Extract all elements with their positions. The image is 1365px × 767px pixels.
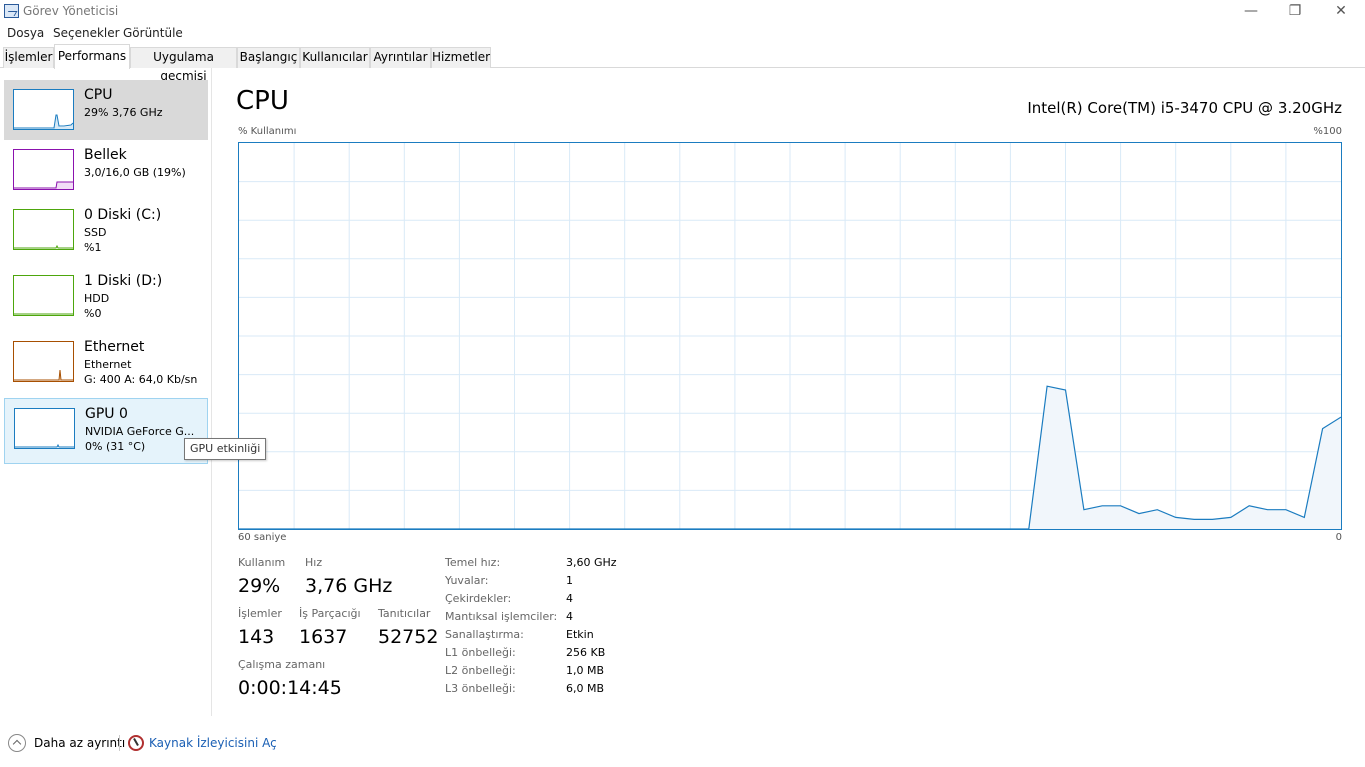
time-axis-label: 60 saniye [238, 532, 287, 543]
speed-value: 3,76 GHz [305, 575, 393, 597]
l3-cache-label: L3 önbelleği: [445, 682, 516, 695]
logical-processors-label: Mantıksal işlemciler: [445, 610, 558, 623]
menu-options[interactable]: Seçenekler [53, 26, 120, 40]
sidebar-item-disk-d[interactable]: 1 Diski (D:) HDD %0 [4, 266, 208, 326]
footer-divider [119, 735, 120, 751]
tab-details[interactable]: Ayrıntılar [370, 47, 431, 68]
tab-bar: İşlemler Performans Uygulama geçmişi Baş… [0, 44, 1365, 83]
tab-users[interactable]: Kullanıcılar [300, 47, 370, 68]
speed-label: Hız [305, 556, 323, 569]
resource-monitor-icon[interactable] [128, 735, 144, 751]
cores-value: 4 [566, 592, 573, 605]
page-title: CPU [236, 86, 289, 116]
footer-bar: Daha az ayrıntı Kaynak İzleyicisini Aç [0, 726, 1365, 762]
processes-value: 143 [238, 626, 275, 648]
tab-performance[interactable]: Performans [54, 44, 130, 69]
sidebar-item-cpu[interactable]: CPU 29% 3,76 GHz [4, 80, 208, 140]
tab-processes[interactable]: İşlemler [3, 47, 54, 68]
menu-file[interactable]: Dosya [7, 26, 44, 40]
usage-label: Kullanım [238, 556, 286, 569]
base-speed-label: Temel hız: [445, 556, 501, 569]
sidebar-item-type: HDD [84, 292, 110, 305]
disk-c-thumbnail-graph [13, 209, 74, 250]
resource-sidebar: CPU 29% 3,76 GHz Bellek 3,0/16,0 GB (19%… [0, 68, 212, 716]
threads-label: İş Parçacığı [299, 607, 361, 620]
cpu-model-name: Intel(R) Core(TM) i5-3470 CPU @ 3.20GHz [1027, 99, 1342, 117]
performance-panel: CPU Intel(R) Core(TM) i5-3470 CPU @ 3.20… [213, 68, 1365, 716]
sidebar-item-detail: 3,0/16,0 GB (19%) [84, 166, 186, 179]
l1-cache-label: L1 önbelleği: [445, 646, 516, 659]
sidebar-item-type: SSD [84, 226, 107, 239]
cpu-usage-graph [238, 142, 1342, 530]
logical-processors-value: 4 [566, 610, 573, 623]
sidebar-item-detail: G: 400 A: 64,0 Kb/sn [84, 373, 198, 386]
menu-view[interactable]: Görüntüle [123, 26, 183, 40]
gpu-thumbnail-graph [14, 408, 75, 449]
l2-cache-label: L2 önbelleği: [445, 664, 516, 677]
uptime-label: Çalışma zamanı [238, 658, 326, 671]
maximize-button[interactable]: ❐ [1272, 0, 1318, 24]
virtualization-value: Etkin [566, 628, 594, 641]
memory-thumbnail-graph [13, 149, 74, 190]
usage-value: 29% [238, 575, 281, 597]
sidebar-item-title: Bellek [84, 147, 127, 163]
menu-bar: Dosya Seçenekler Görüntüle [0, 24, 1365, 44]
time-axis-zero: 0 [1335, 532, 1342, 543]
base-speed-value: 3,60 GHz [566, 556, 617, 569]
sidebar-item-title: 0 Diski (C:) [84, 207, 162, 223]
processes-label: İşlemler [238, 607, 282, 620]
usage-axis-max: %100 [1313, 126, 1342, 137]
sidebar-item-gpu[interactable]: GPU 0 NVIDIA GeForce G... 0% (31 °C) [4, 398, 208, 464]
window-title: Görev Yöneticisi [23, 4, 119, 18]
disk-d-thumbnail-graph [13, 275, 74, 316]
sidebar-item-type: NVIDIA GeForce G... [85, 425, 195, 438]
sidebar-item-type: Ethernet [84, 358, 132, 371]
uptime-value: 0:00:14:45 [238, 677, 342, 699]
sidebar-item-title: GPU 0 [85, 406, 128, 422]
sidebar-item-memory[interactable]: Bellek 3,0/16,0 GB (19%) [4, 140, 208, 200]
tab-startup[interactable]: Başlangıç [237, 47, 300, 68]
l2-cache-value: 1,0 MB [566, 664, 605, 677]
chevron-up-icon[interactable] [8, 734, 26, 752]
cores-label: Çekirdekler: [445, 592, 512, 605]
cpu-usage-chart [239, 143, 1341, 529]
minimize-button[interactable]: — [1228, 0, 1274, 24]
sidebar-item-detail: 29% 3,76 GHz [84, 106, 163, 119]
l3-cache-value: 6,0 MB [566, 682, 605, 695]
sidebar-item-detail: %1 [84, 241, 102, 254]
sidebar-item-disk-c[interactable]: 0 Diski (C:) SSD %1 [4, 200, 208, 260]
tab-services[interactable]: Hizmetler [431, 47, 491, 68]
open-resource-monitor-link[interactable]: Kaynak İzleyicisini Aç [149, 736, 277, 750]
usage-axis-label: % Kullanımı [238, 126, 297, 137]
ethernet-thumbnail-graph [13, 341, 74, 382]
sockets-value: 1 [566, 574, 573, 587]
title-bar: Görev Yöneticisi — ❐ ✕ [0, 0, 1365, 24]
sidebar-item-detail: %0 [84, 307, 102, 320]
handles-value: 52752 [378, 626, 439, 648]
task-manager-icon [4, 4, 19, 18]
handles-label: Tanıtıcılar [378, 607, 431, 620]
tab-app-history[interactable]: Uygulama geçmişi [130, 47, 237, 83]
sidebar-item-title: CPU [84, 87, 113, 103]
l1-cache-value: 256 KB [566, 646, 606, 659]
sidebar-item-ethernet[interactable]: Ethernet Ethernet G: 400 A: 64,0 Kb/sn [4, 332, 208, 392]
sockets-label: Yuvalar: [445, 574, 489, 587]
virtualization-label: Sanallaştırma: [445, 628, 524, 641]
threads-value: 1637 [299, 626, 348, 648]
sidebar-item-title: Ethernet [84, 339, 145, 355]
gpu-tooltip: GPU etkinliği [184, 438, 267, 460]
sidebar-item-detail: 0% (31 °C) [85, 440, 146, 453]
close-button[interactable]: ✕ [1318, 0, 1364, 24]
sidebar-item-title: 1 Diski (D:) [84, 273, 163, 289]
cpu-thumbnail-graph [13, 89, 74, 130]
fewer-details-link[interactable]: Daha az ayrıntı [34, 736, 125, 750]
